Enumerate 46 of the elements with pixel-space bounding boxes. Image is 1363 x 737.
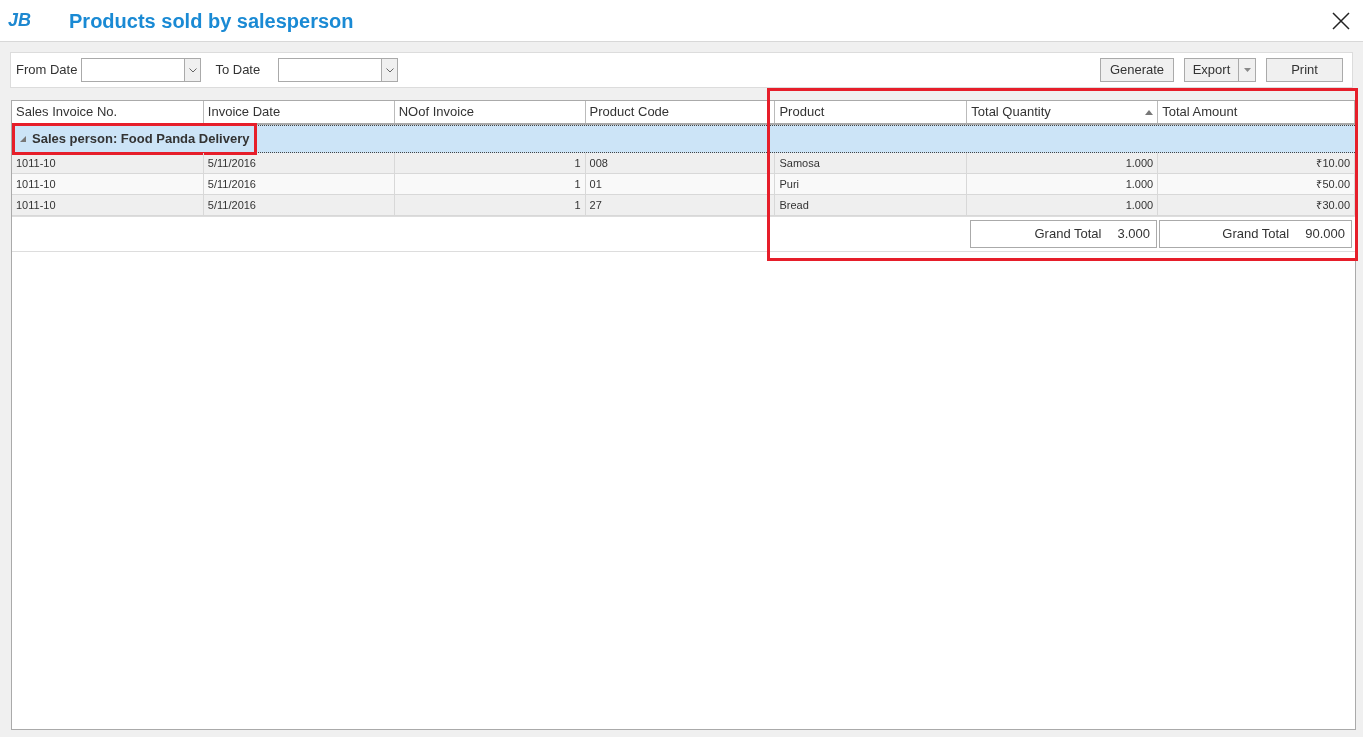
export-button[interactable]: Export bbox=[1184, 58, 1239, 82]
table-cell: 01 bbox=[585, 174, 776, 194]
table-cell: 008 bbox=[585, 153, 776, 173]
column-header[interactable]: Product Code bbox=[585, 101, 776, 123]
grand-total-cell: Grand Total 3.000 bbox=[970, 220, 1157, 248]
column-header[interactable]: Total Quantity bbox=[967, 101, 1159, 123]
column-header[interactable]: Product bbox=[775, 101, 968, 123]
date-dropdown[interactable] bbox=[278, 58, 399, 82]
table-cell: Bread bbox=[775, 195, 968, 215]
column-header[interactable]: Invoice Date bbox=[203, 101, 395, 123]
table-cell: 27 bbox=[585, 195, 776, 215]
table-cell: 1 bbox=[394, 195, 586, 215]
window-title: Products sold by salesperson bbox=[69, 8, 354, 34]
export-menu-button[interactable] bbox=[1239, 58, 1256, 82]
caret-icon bbox=[1243, 68, 1251, 72]
table-cell: 1.000 bbox=[967, 153, 1159, 173]
table-cell: 1 bbox=[394, 153, 586, 173]
logo-icon: JB bbox=[8, 7, 31, 34]
toolbar-button[interactable]: Generate bbox=[1100, 58, 1174, 82]
table-cell: ₹30.00 bbox=[1158, 195, 1355, 215]
group-row[interactable]: Sales person: Food Panda Delivery bbox=[12, 125, 1355, 153]
filter-label: To Date bbox=[215, 61, 261, 80]
table-cell: 1.000 bbox=[967, 174, 1159, 194]
table-cell: 1011-10 bbox=[12, 153, 204, 173]
date-dropdown[interactable] bbox=[81, 58, 202, 82]
table-cell: 1011-10 bbox=[12, 195, 204, 215]
table-cell: 1011-10 bbox=[12, 174, 204, 194]
column-header[interactable]: NOof Invoice bbox=[394, 101, 586, 123]
table-cell: 5/11/2016 bbox=[203, 195, 395, 215]
grand-total-cell: Grand Total 90.000 bbox=[1159, 220, 1352, 248]
column-header[interactable]: Total Amount bbox=[1158, 101, 1355, 123]
table-cell: 1 bbox=[394, 174, 586, 194]
chevron-down-icon bbox=[385, 67, 394, 73]
table-cell: 5/11/2016 bbox=[203, 153, 395, 173]
filter-label: From Date bbox=[16, 61, 78, 80]
group-label: Sales person: Food Panda Delivery bbox=[32, 130, 250, 149]
table-cell: 1.000 bbox=[967, 195, 1159, 215]
table-cell: 5/11/2016 bbox=[203, 174, 395, 194]
chevron-down-icon bbox=[188, 67, 197, 73]
close-icon bbox=[1332, 11, 1350, 30]
sort-ascending-icon bbox=[1145, 109, 1154, 115]
column-header[interactable]: Sales Invoice No. bbox=[12, 101, 204, 123]
toolbar-button[interactable]: Print bbox=[1266, 58, 1343, 82]
table-cell: ₹50.00 bbox=[1158, 174, 1355, 194]
table-cell: Puri bbox=[775, 174, 968, 194]
table-cell: Samosa bbox=[775, 153, 968, 173]
